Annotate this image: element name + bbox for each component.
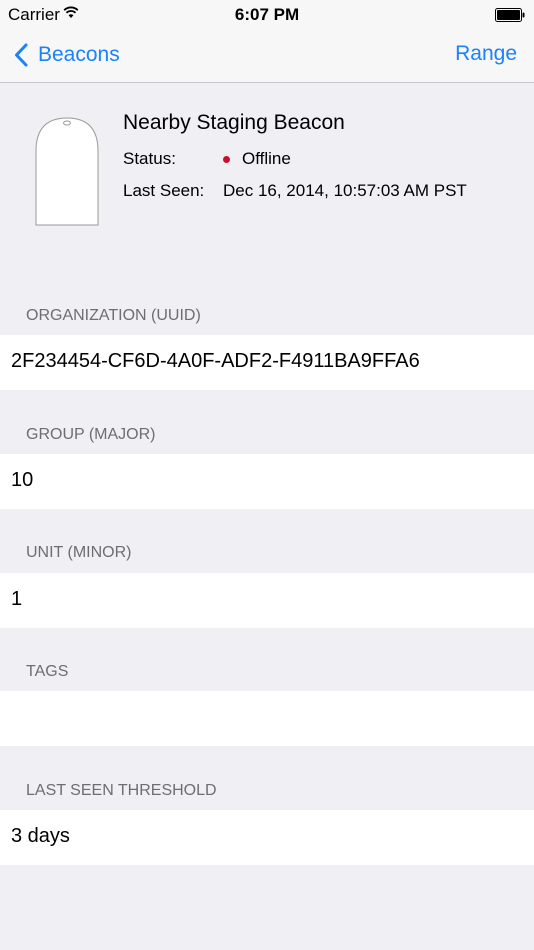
status-time: 6:07 PM: [234, 5, 300, 24]
section-header-unit: UNIT (MINOR): [26, 544, 132, 561]
last-seen-threshold-cell[interactable]: 3 days: [0, 810, 534, 865]
back-button-label: Beacons: [38, 43, 120, 66]
unit-minor-cell[interactable]: 1: [0, 573, 534, 628]
status-bar: Carrier 6:07 PM: [0, 0, 534, 30]
section-header-tags: TAGS: [26, 663, 69, 680]
beacon-name: Nearby Staging Beacon: [123, 111, 345, 134]
chevron-left-icon: [15, 43, 28, 67]
last-seen-threshold-value: 3 days: [11, 825, 70, 847]
section-header-group: GROUP (MAJOR): [26, 426, 156, 443]
beacon-detail-screen: Carrier 6:07 PM Beacons Range Nearby Sta…: [0, 0, 534, 950]
navigation-bar: Beacons Range: [0, 30, 534, 83]
status-value: Offline: [242, 149, 291, 168]
tags-cell[interactable]: [0, 691, 534, 746]
last-seen-label: Last Seen:: [123, 181, 205, 200]
beacon-header: Nearby Staging Beacon Status: Offline La…: [0, 83, 534, 263]
organization-uuid-cell[interactable]: 2F234454-CF6D-4A0F-ADF2-F4911BA9FFA6: [0, 335, 534, 390]
last-seen-value: Dec 16, 2014, 10:57:03 AM PST: [223, 181, 467, 200]
status-indicator-icon: [223, 155, 230, 163]
group-major-cell[interactable]: 10: [0, 454, 534, 509]
unit-minor-value: 1: [11, 588, 23, 610]
range-button[interactable]: Range: [455, 42, 517, 66]
status-row: Status: Offline: [123, 149, 291, 169]
battery-icon: [495, 8, 525, 22]
back-button[interactable]: Beacons: [14, 40, 120, 70]
status-label: Status:: [123, 149, 176, 168]
organization-uuid-value: 2F234454-CF6D-4A0F-ADF2-F4911BA9FFA6: [11, 350, 420, 372]
section-header-organization: ORGANIZATION (UUID): [26, 307, 201, 324]
group-major-value: 10: [11, 469, 34, 491]
section-header-last-seen-threshold: LAST SEEN THRESHOLD: [26, 782, 217, 799]
last-seen-row: Last Seen: Dec 16, 2014, 10:57:03 AM PST: [123, 181, 467, 201]
beacon-device-image: [35, 117, 99, 226]
